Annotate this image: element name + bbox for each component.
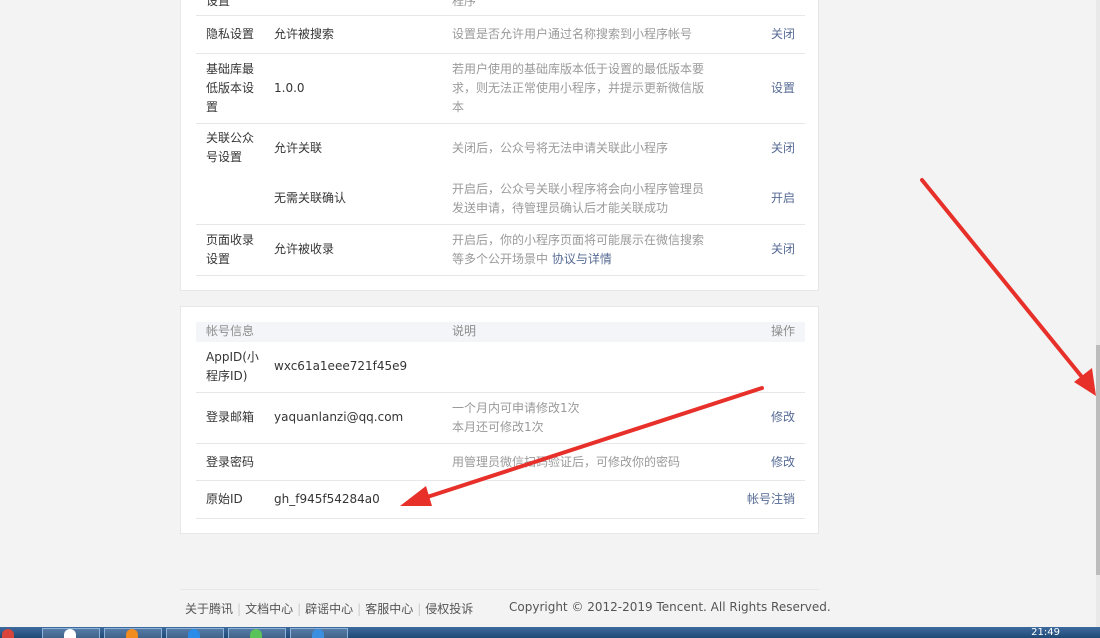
account-card: 帐号信息 说明 操作 AppID(小程序ID) wxc61a1eee721f45… bbox=[180, 306, 819, 534]
row-desc: 开启后，你的小程序页面将可能展示在微信搜索等多个公开场景中 协议与详情 bbox=[452, 231, 714, 269]
row-name: 基础库最低版本设置 bbox=[206, 62, 255, 114]
settings-row-base-lib: 基础库最低版本设置 1.0.0 若用户使用的基础库版本低于设置的最低版本要求，则… bbox=[196, 54, 805, 124]
row-name: 原始ID bbox=[206, 492, 243, 506]
settings-row-official-account: 关联公众号设置 允许关联 关闭后，公众号将无法申请关联此小程序 关闭 无需关联确… bbox=[196, 124, 805, 225]
row-name: 登录密码 bbox=[206, 455, 255, 469]
row-desc: 用管理员微信扫码验证后，可修改你的密码 bbox=[452, 455, 681, 469]
header-action: 操作 bbox=[770, 324, 795, 338]
row-name: AppID(小程序ID) bbox=[206, 350, 259, 383]
row-name: 页面收录设置 bbox=[206, 233, 255, 266]
account-row-original-id: 原始ID gh_f945f54284a0 帐号注销 bbox=[196, 481, 805, 519]
arrow-to-scrollbar bbox=[920, 178, 1096, 396]
settings-row-privacy: 隐私设置 允许被搜索 设置是否允许用户通过名称搜索到小程序帐号 关闭 bbox=[196, 16, 805, 54]
header-desc: 说明 bbox=[452, 324, 477, 338]
footer-link-complaint[interactable]: 侵权投诉 bbox=[425, 602, 473, 616]
appid-value: wxc61a1eee721f45e9 bbox=[274, 359, 408, 373]
official-account-close-button[interactable]: 关闭 bbox=[715, 139, 795, 158]
taskbar-clock[interactable]: 21:49 bbox=[1031, 627, 1060, 638]
row-name: 隐私设置 bbox=[206, 27, 255, 41]
agreement-link[interactable]: 协议与详情 bbox=[552, 252, 612, 266]
row-desc-line2: 本月还可修改1次 bbox=[452, 420, 544, 434]
footer-link-support[interactable]: 客服中心 bbox=[365, 602, 413, 616]
header-name: 帐号信息 bbox=[206, 324, 255, 338]
footer-link-about[interactable]: 关于腾讯 bbox=[185, 602, 233, 616]
footer-sep: | bbox=[237, 602, 242, 616]
row-name: 设置 bbox=[206, 0, 231, 8]
settings-row-partial: 设置 程序 bbox=[196, 0, 805, 16]
taskbar: 21:49 bbox=[0, 627, 1100, 638]
base-lib-set-button[interactable]: 设置 bbox=[715, 79, 795, 98]
scrollbar-thumb[interactable] bbox=[1096, 345, 1100, 575]
original-id-value: gh_f945f54284a0 bbox=[274, 492, 380, 506]
footer-divider bbox=[180, 589, 819, 590]
row-value: 无需关联确认 bbox=[274, 191, 347, 205]
row-desc: 设置是否允许用户通过名称搜索到小程序帐号 bbox=[452, 27, 693, 41]
row-value: 1.0.0 bbox=[274, 81, 305, 95]
account-row-password: 登录密码 用管理员微信扫码验证后，可修改你的密码 修改 bbox=[196, 444, 805, 481]
row-name: 登录邮箱 bbox=[206, 410, 255, 424]
app-icon bbox=[126, 629, 138, 638]
account-row-email: 登录邮箱 yaquanlanzi@qq.com 一个月内可申请修改1次 本月还可… bbox=[196, 393, 805, 444]
footer-link-docs[interactable]: 文档中心 bbox=[245, 602, 293, 616]
start-icon[interactable] bbox=[2, 629, 14, 638]
row-desc: 关闭后，公众号将无法申请关联此小程序 bbox=[452, 141, 669, 155]
account-cancel-button[interactable]: 帐号注销 bbox=[715, 490, 795, 509]
email-modify-button[interactable]: 修改 bbox=[715, 408, 795, 427]
copyright: Copyright © 2012-2019 Tencent. All Right… bbox=[509, 600, 831, 614]
app-icon bbox=[64, 629, 76, 638]
row-desc: 开启后，公众号关联小程序将会向小程序管理员发送申请，待管理员确认后才能关联成功 bbox=[452, 182, 705, 215]
app-icon bbox=[188, 629, 200, 638]
confirm-open-button[interactable]: 开启 bbox=[715, 189, 795, 208]
footer-link-rumor[interactable]: 辟谣中心 bbox=[305, 602, 353, 616]
settings-card: 设置 程序 隐私设置 允许被搜索 设置是否允许用户通过名称搜索到小程序帐号 关闭… bbox=[180, 0, 819, 291]
footer-links: 关于腾讯 | 文档中心 | 辟谣中心 | 客服中心 | 侵权投诉 bbox=[185, 600, 473, 617]
password-modify-button[interactable]: 修改 bbox=[715, 453, 795, 472]
account-row-appid: AppID(小程序ID) wxc61a1eee721f45e9 bbox=[196, 342, 805, 393]
app-icon bbox=[250, 629, 262, 638]
email-value: yaquanlanzi@qq.com bbox=[274, 410, 404, 424]
row-desc-line1: 一个月内可申请修改1次 bbox=[452, 401, 580, 415]
footer-sep: | bbox=[297, 602, 302, 616]
settings-row-page-index: 页面收录设置 允许被收录 开启后，你的小程序页面将可能展示在微信搜索等多个公开场… bbox=[196, 225, 805, 276]
app-icon bbox=[312, 629, 324, 638]
footer-sep: | bbox=[357, 602, 362, 616]
account-table-header: 帐号信息 说明 操作 bbox=[196, 322, 805, 342]
privacy-close-button[interactable]: 关闭 bbox=[715, 25, 795, 44]
row-name: 关联公众号设置 bbox=[206, 131, 255, 164]
page-index-close-button[interactable]: 关闭 bbox=[715, 240, 795, 259]
row-value: 允许被收录 bbox=[274, 242, 335, 256]
row-value: 允许被搜索 bbox=[274, 27, 335, 41]
row-desc: 程序 bbox=[452, 0, 477, 8]
row-value: 允许关联 bbox=[274, 141, 323, 155]
row-desc: 若用户使用的基础库版本低于设置的最低版本要求，则无法正常使用小程序，并提示更新微… bbox=[452, 62, 705, 114]
footer-sep: | bbox=[417, 602, 422, 616]
